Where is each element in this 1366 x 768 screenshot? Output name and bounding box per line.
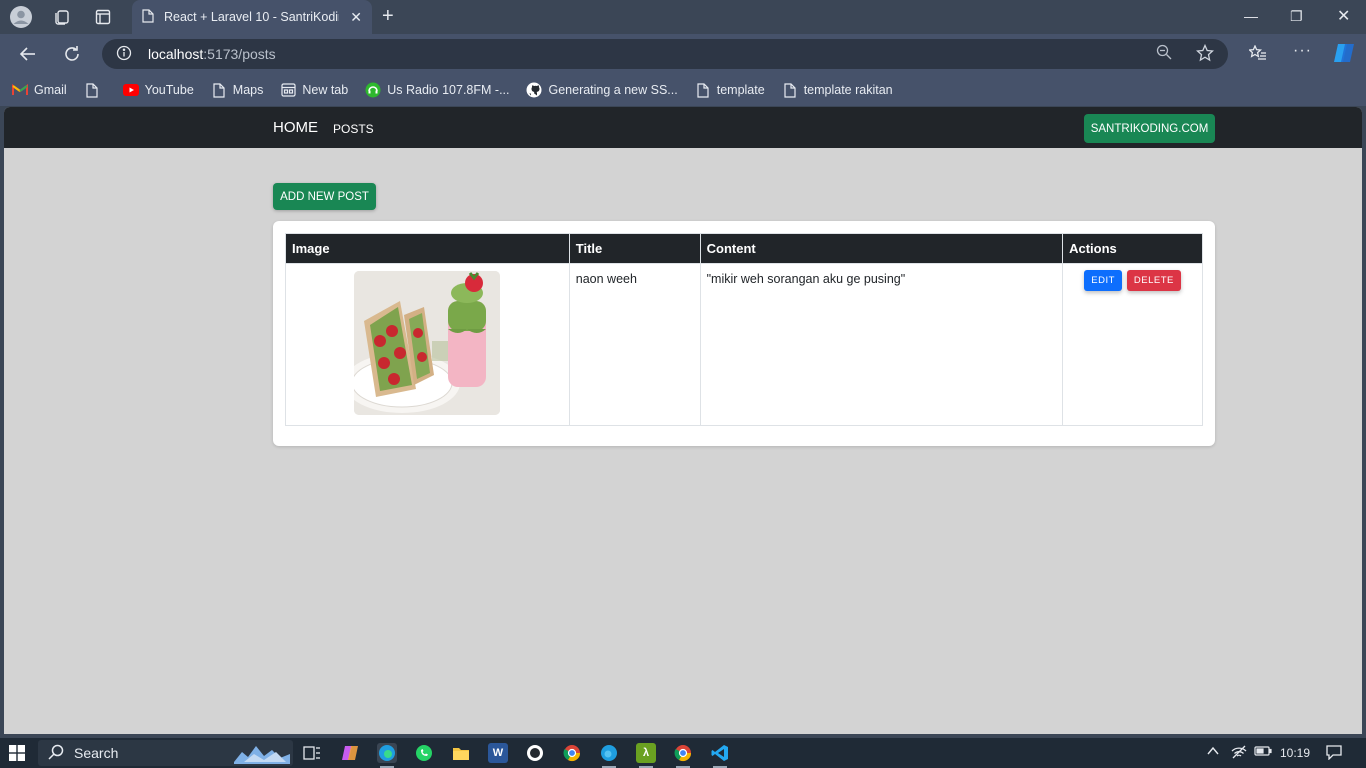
column-header-actions: Actions [1062, 233, 1203, 264]
site-navbar: HOME POSTS SANTRIKODING.COM [4, 107, 1362, 148]
search-highlight-icon [234, 742, 290, 767]
word-icon[interactable]: W [488, 743, 508, 763]
table-header-row: Image Title Content Actions [285, 233, 1203, 264]
chevron-up-icon[interactable] [1206, 744, 1220, 761]
github-icon [526, 82, 542, 98]
windows-taskbar: Search W λ 10:19 [0, 738, 1366, 768]
bookmark-label: template rakitan [803, 83, 893, 97]
title-cell: naon weeh [568, 263, 701, 426]
more-menu-icon[interactable]: ··· [1293, 42, 1312, 60]
nav-home-link[interactable]: HOME [273, 119, 318, 136]
bookmark-blank[interactable] [84, 82, 106, 98]
bookmark-label: Generating a new SS... [548, 83, 678, 97]
bookmark-gmail[interactable]: Gmail [12, 82, 67, 98]
column-header-title: Title [568, 233, 701, 264]
bookmark-youtube[interactable]: YouTube [122, 82, 194, 98]
windows-start-icon[interactable] [9, 745, 25, 766]
network-icon[interactable] [1231, 745, 1247, 762]
gmail-icon [12, 82, 28, 98]
bookmark-radio[interactable]: Us Radio 107.8FM -... [365, 82, 509, 98]
clock[interactable]: 10:19 [1280, 746, 1310, 760]
lambda-app-icon[interactable]: λ [636, 743, 656, 768]
page-viewport: HOME POSTS SANTRIKODING.COM ADD NEW POST… [4, 107, 1362, 734]
add-new-post-button[interactable]: ADD NEW POST [273, 183, 376, 210]
workspaces-icon[interactable] [51, 6, 73, 28]
page-icon [84, 82, 100, 98]
page-icon [782, 82, 798, 98]
delete-button[interactable]: DELETE [1126, 270, 1181, 291]
page-icon [695, 82, 711, 98]
image-cell [285, 263, 570, 426]
santrikoding-button[interactable]: SANTRIKODING.COM [1084, 114, 1215, 143]
notification-icon[interactable] [1325, 744, 1343, 763]
page-icon [211, 82, 227, 98]
posts-table: Image Title Content Actions naon weeh "m… [285, 233, 1203, 426]
chrome-profile-icon[interactable] [673, 743, 693, 768]
bookmark-label: template [716, 83, 765, 97]
browser-titlebar: React + Laravel 10 - SantriKoding. ✕ + —… [0, 0, 1366, 34]
content-cell: "mikir weh sorangan aku ge pusing" [699, 263, 1064, 426]
restore-icon[interactable]: ❐ [1290, 8, 1303, 25]
info-icon[interactable] [116, 45, 132, 64]
github-desktop-icon[interactable] [525, 743, 545, 763]
page-icon [142, 8, 154, 26]
chrome-icon[interactable] [562, 743, 582, 763]
copilot-icon[interactable] [1332, 41, 1356, 70]
youtube-icon [122, 82, 139, 98]
radio-icon [365, 82, 381, 98]
edit-button[interactable]: EDIT [1084, 270, 1122, 291]
bookmark-label: Gmail [34, 83, 67, 97]
minimize-icon[interactable]: — [1244, 8, 1258, 24]
nav-posts-link[interactable]: POSTS [333, 122, 374, 136]
file-explorer-icon[interactable] [451, 743, 471, 763]
table-row: naon weeh "mikir weh sorangan aku ge pus… [285, 263, 1203, 426]
battery-icon[interactable] [1254, 745, 1272, 760]
favorite-star-icon[interactable] [1195, 43, 1215, 67]
refresh-icon[interactable] [61, 43, 83, 65]
task-view-icon[interactable] [302, 743, 322, 763]
bookmark-new-tab[interactable]: New tab [280, 82, 348, 98]
close-window-icon[interactable]: ✕ [1337, 6, 1350, 26]
posts-card: Image Title Content Actions naon weeh "m… [273, 221, 1215, 446]
newtab-icon [280, 82, 296, 98]
close-tab-icon[interactable]: ✕ [350, 9, 362, 26]
bookmark-label: New tab [302, 83, 349, 97]
bookmarks-bar: Gmail YouTube Maps New tab Us Radio 107.… [0, 74, 1366, 106]
bookmark-label: Maps [232, 83, 264, 97]
url-host: localhost [148, 46, 204, 62]
bookmark-template[interactable]: template [695, 82, 765, 98]
profile-avatar-icon[interactable] [10, 6, 32, 28]
edge-taskbar-icon[interactable] [377, 743, 397, 768]
url-bar[interactable]: localhost:5173/posts [102, 39, 1228, 69]
bookmark-github[interactable]: Generating a new SS... [526, 82, 678, 98]
post-image-strawberry-sandwich [354, 271, 501, 415]
tab-title: React + Laravel 10 - SantriKoding. [164, 10, 339, 24]
address-row: localhost:5173/posts ··· [0, 34, 1366, 74]
whatsapp-icon[interactable] [414, 743, 434, 763]
new-tab-icon[interactable]: + [382, 5, 394, 28]
back-arrow-icon[interactable] [17, 43, 39, 65]
bookmark-template-rakitan[interactable]: template rakitan [782, 82, 893, 98]
bookmark-label: YouTube [144, 83, 194, 97]
edge-profile-icon[interactable] [599, 743, 619, 768]
url-path: :5173/posts [203, 46, 276, 62]
vscode-icon[interactable] [710, 743, 730, 768]
copilot-taskbar-icon[interactable] [340, 743, 360, 763]
search-icon [48, 744, 64, 763]
taskbar-search-box[interactable]: Search [38, 740, 293, 766]
favorites-list-icon[interactable] [1247, 44, 1267, 66]
bookmark-maps[interactable]: Maps [211, 82, 264, 98]
tab-actions-icon[interactable] [92, 6, 114, 28]
column-header-content: Content [699, 233, 1064, 264]
actions-cell: EDIT DELETE [1062, 263, 1203, 426]
bookmark-label: Us Radio 107.8FM -... [387, 83, 510, 97]
search-label: Search [74, 745, 119, 761]
column-header-image: Image [285, 233, 570, 264]
zoom-out-icon[interactable] [1156, 44, 1172, 65]
browser-tab-active[interactable]: React + Laravel 10 - SantriKoding. ✕ [132, 0, 372, 34]
